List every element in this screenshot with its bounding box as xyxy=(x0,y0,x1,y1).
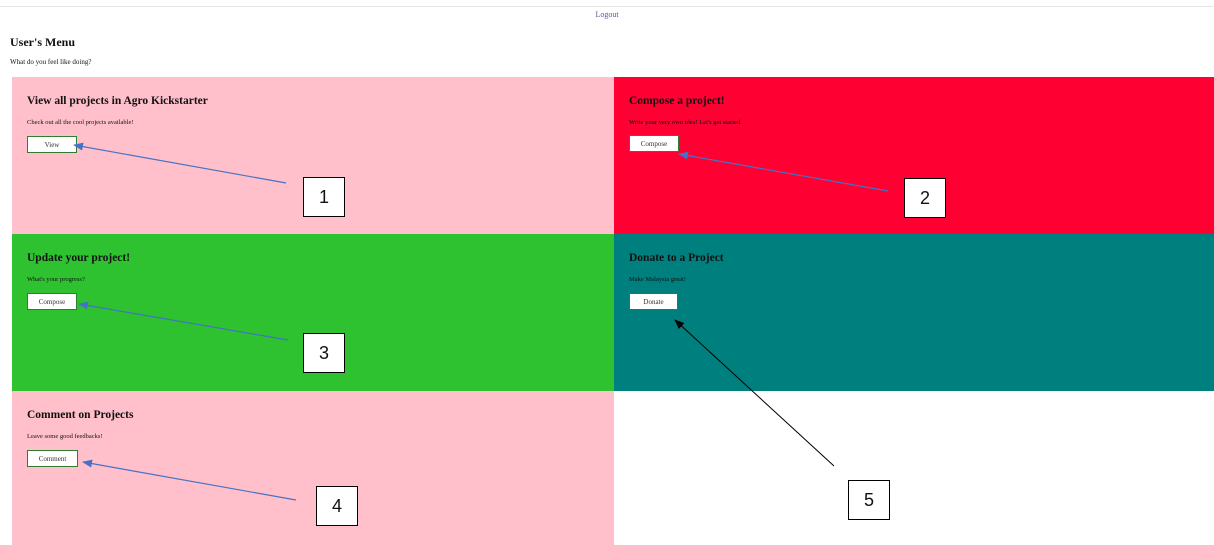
top-divider xyxy=(0,6,1214,7)
card-description: Leave some good feedbacks! xyxy=(27,433,103,440)
card-description: What's your progress? xyxy=(27,276,85,283)
card-title: Comment on Projects xyxy=(27,409,134,421)
annotation-label-2: 2 xyxy=(904,178,946,218)
view-button[interactable]: View xyxy=(27,136,77,153)
card-description: Write your very own idea! Let's get star… xyxy=(629,119,742,126)
donate-button[interactable]: Donate xyxy=(629,293,678,310)
card-title: Compose a project! xyxy=(629,95,725,107)
card-title: Update your project! xyxy=(27,252,131,264)
page-title: User's Menu xyxy=(10,35,75,49)
donate-project-card: Donate to a Project Make Malaysia great!… xyxy=(614,234,1214,391)
annotation-label-5: 5 xyxy=(848,480,890,520)
compose-button[interactable]: Compose xyxy=(629,135,679,152)
annotation-label-3: 3 xyxy=(303,333,345,373)
annotation-label-4: 4 xyxy=(316,486,358,526)
update-compose-button[interactable]: Compose xyxy=(27,293,77,310)
comment-button[interactable]: Comment xyxy=(27,450,78,467)
logout-link[interactable]: Logout xyxy=(0,10,1214,19)
card-title: Donate to a Project xyxy=(629,252,724,264)
card-description: Make Malaysia great! xyxy=(629,276,687,283)
card-title: View all projects in Agro Kickstarter xyxy=(27,95,208,107)
card-description: Check out all the cool projects availabl… xyxy=(27,119,134,126)
page-subtitle: What do you feel like doing? xyxy=(10,58,92,66)
annotation-label-1: 1 xyxy=(303,177,345,217)
comment-projects-card: Comment on Projects Leave some good feed… xyxy=(12,391,614,545)
